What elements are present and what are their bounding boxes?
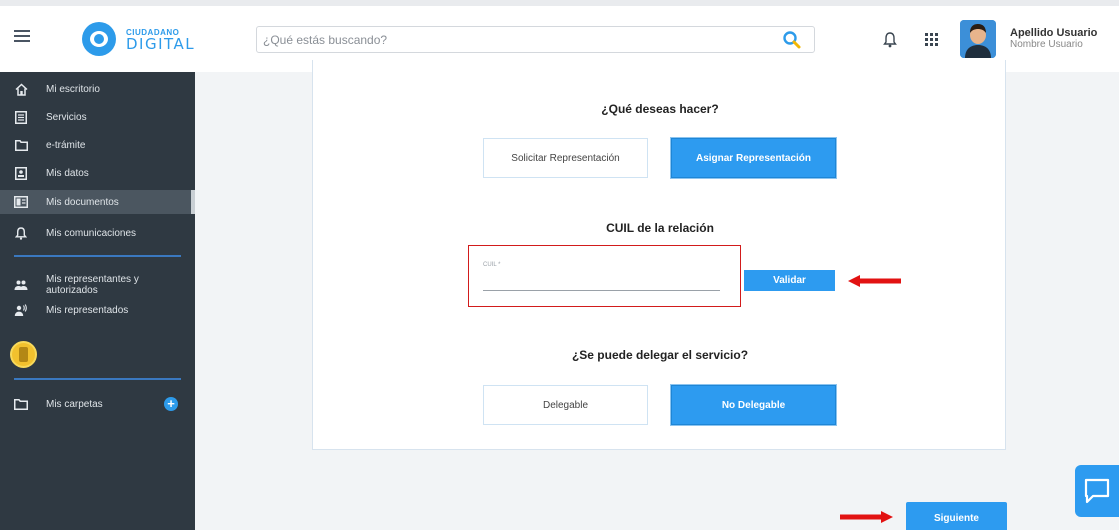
siguiente-button[interactable]: Siguiente [906,502,1007,530]
ciudadano-digital-logo[interactable]: CIUDADANO DIGITAL [82,22,202,56]
sidebar-item-label: Mis representantes y autorizados [46,274,139,296]
sidebar-item-servicios[interactable]: Servicios [0,105,195,129]
folder-icon [14,397,28,411]
sidebar-item-mis-representados[interactable]: Mis representados [0,298,195,322]
sidebar-item-mi-escritorio[interactable]: Mi escritorio [0,77,195,101]
sidebar-item-mis-datos[interactable]: Mis datos [0,161,195,185]
sidebar-item-mis-comunicaciones[interactable]: Mis comunicaciones [0,221,195,245]
logo-big-text: DIGITAL [126,35,196,53]
sidebar-item-e-tramite[interactable]: e-trámite [0,133,195,157]
search-input[interactable] [257,27,757,52]
folder-outline-icon [14,138,28,152]
representation-form-card: ¿Qué deseas hacer? Solicitar Representac… [312,60,1006,450]
sidebar-item-label: Servicios [46,111,87,123]
sidebar-item-label: Mis comunicaciones [46,227,137,239]
sidebar-item-mis-documentos[interactable]: Mis documentos [0,190,195,214]
hamburger-menu-icon[interactable] [14,30,30,44]
bell-icon [14,226,28,240]
sidebar-item-label: Mis representados [46,304,129,316]
people-icon [14,278,28,292]
user-subtitle: Nombre Usuario [1010,39,1083,50]
cuil-label: CUIL * [483,262,501,268]
chat-button[interactable] [1075,465,1119,517]
person-voice-icon [14,303,28,317]
sidebar-item-label: Mis carpetas [46,398,103,410]
sidebar-item-label: Mis datos [46,167,89,179]
home-icon [14,82,28,96]
add-folder-icon[interactable]: + [164,397,178,411]
chat-icon [1084,478,1110,504]
asignar-representacion-button[interactable]: Asignar Representación [671,138,836,178]
question-delegar-servicio: ¿Se puede delegar el servicio? [571,348,749,362]
cuil-section-title: CUIL de la relación [606,221,714,235]
delegable-button[interactable]: Delegable [483,385,648,425]
id-card-icon [14,166,28,180]
search-bar [256,26,815,53]
cuil-input[interactable] [483,273,720,291]
sidebar-item-label: e-trámite [46,139,86,151]
documents-icon [14,195,28,209]
cuil-field-highlight: CUIL * [468,245,741,307]
no-delegable-button[interactable]: No Delegable [671,385,836,425]
logo-mark-icon [82,22,116,56]
red-arrow-right-icon [840,511,893,523]
sidebar-divider [14,378,181,380]
sidebar-item-label: Mis documentos [46,196,119,208]
apps-grid-icon[interactable] [925,33,938,46]
sidebar-divider [14,255,181,257]
sidebar-item-label: Mi escritorio [46,83,100,95]
notifications-bell-icon[interactable] [883,32,897,48]
user-avatar-icon [960,20,996,58]
sidebar-label-line2: autorizados [46,285,98,296]
validar-button[interactable]: Validar [744,270,835,291]
user-name[interactable]: Apellido Usuario [1010,27,1097,39]
red-arrow-left-icon [848,275,901,287]
sidebar-item-mis-representantes[interactable]: Mis representantes y autorizados [0,270,195,300]
user-avatar[interactable] [960,20,996,58]
building-badge-icon[interactable] [10,341,37,368]
solicitar-representacion-button[interactable]: Solicitar Representación [483,138,648,178]
question-que-deseas-hacer: ¿Qué deseas hacer? [601,102,719,116]
search-icon[interactable] [782,30,802,50]
services-icon [14,110,28,124]
sidebar: Mi escritorio Servicios e-trámite Mis da… [0,72,195,530]
sidebar-label-line1: Mis representantes y [46,274,139,285]
